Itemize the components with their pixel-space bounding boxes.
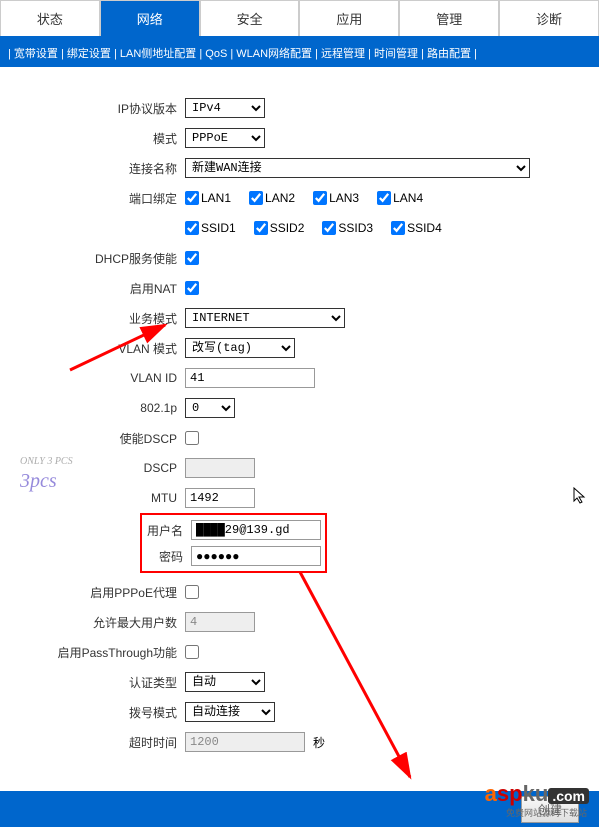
ip-protocol-select[interactable]: IPv4 [185, 98, 265, 118]
port-bind-label: 端口绑定 [20, 190, 185, 207]
tab-network[interactable]: 网络 [100, 0, 200, 36]
dscp-input [185, 458, 255, 478]
dhcp-label: DHCP服务使能 [20, 250, 185, 267]
nat-checkbox[interactable] [185, 281, 199, 295]
mode-select[interactable]: PPPoE [185, 128, 265, 148]
dial-mode-select[interactable]: 自动连接 [185, 702, 275, 722]
pppoe-proxy-checkbox[interactable] [185, 585, 199, 599]
pppoe-proxy-label: 启用PPPoE代理 [20, 584, 185, 601]
dscp-enable-checkbox[interactable] [185, 431, 199, 445]
service-mode-label: 业务模式 [20, 310, 185, 327]
vlan-id-input[interactable] [185, 368, 315, 388]
8021p-label: 802.1p [20, 401, 185, 415]
lan3-label: LAN3 [329, 191, 359, 205]
subnav-routing[interactable]: 路由配置 [427, 48, 471, 60]
subnav-binding[interactable]: 绑定设置 [67, 48, 111, 60]
ssid1-label: SSID1 [201, 221, 236, 235]
lan1-label: LAN1 [201, 191, 231, 205]
mtu-input[interactable] [185, 488, 255, 508]
subnav-time[interactable]: 时间管理 [374, 48, 418, 60]
main-tabs: 状态 网络 安全 应用 管理 诊断 [0, 0, 599, 39]
tab-security[interactable]: 安全 [200, 0, 300, 36]
ssid4-checkbox[interactable] [391, 221, 405, 235]
ssid3-label: SSID3 [338, 221, 373, 235]
vlan-mode-label: VLAN 模式 [20, 340, 185, 357]
lan2-label: LAN2 [265, 191, 295, 205]
tab-management[interactable]: 管理 [399, 0, 499, 36]
vlan-id-label: VLAN ID [20, 371, 185, 385]
footer-bar: 创建 aspku.com 免费网站源码下载站 [0, 791, 599, 827]
conn-name-label: 连接名称 [20, 160, 185, 177]
passthrough-label: 启用PassThrough功能 [20, 644, 185, 661]
password-input[interactable] [191, 546, 321, 566]
dhcp-checkbox[interactable] [185, 251, 199, 265]
form-container: IP协议版本 IPv4 模式 PPPoE 连接名称 新建WAN连接 端口绑定 L… [0, 67, 599, 781]
cursor-icon [573, 487, 587, 510]
lan1-checkbox[interactable] [185, 191, 199, 205]
timeout-input [185, 732, 305, 752]
max-users-input [185, 612, 255, 632]
vlan-mode-select[interactable]: 改写(tag) [185, 338, 295, 358]
sub-nav: | 宽带设置 | 绑定设置 | LAN侧地址配置 | QoS | WLAN网络配… [0, 39, 599, 67]
ssid2-label: SSID2 [270, 221, 305, 235]
tab-application[interactable]: 应用 [299, 0, 399, 36]
subnav-remote[interactable]: 远程管理 [321, 48, 365, 60]
subnav-qos[interactable]: QoS [205, 48, 227, 60]
conn-name-select[interactable]: 新建WAN连接 [185, 158, 530, 178]
service-mode-select[interactable]: INTERNET [185, 308, 345, 328]
nat-label: 启用NAT [20, 280, 185, 297]
lan3-checkbox[interactable] [313, 191, 327, 205]
ip-protocol-label: IP协议版本 [20, 100, 185, 117]
subnav-lan[interactable]: LAN侧地址配置 [120, 48, 196, 60]
8021p-select[interactable]: 0 [185, 398, 235, 418]
timeout-unit: 秒 [313, 734, 325, 751]
username-input[interactable] [191, 520, 321, 540]
subnav-broadband[interactable]: 宽带设置 [14, 48, 58, 60]
ssid1-checkbox[interactable] [185, 221, 199, 235]
ssid2-checkbox[interactable] [254, 221, 268, 235]
max-users-label: 允许最大用户数 [20, 614, 185, 631]
password-label: 密码 [146, 548, 191, 565]
ssid3-checkbox[interactable] [322, 221, 336, 235]
tab-diagnosis[interactable]: 诊断 [499, 0, 599, 36]
lan4-label: LAN4 [393, 191, 423, 205]
mode-label: 模式 [20, 130, 185, 147]
site-tagline: 免费网站源码下载站 [506, 806, 587, 819]
ssid4-label: SSID4 [407, 221, 442, 235]
lan4-checkbox[interactable] [377, 191, 391, 205]
tab-status[interactable]: 状态 [0, 0, 100, 36]
passthrough-checkbox[interactable] [185, 645, 199, 659]
username-label: 用户名 [146, 522, 191, 539]
dscp-enable-label: 使能DSCP [20, 430, 185, 447]
auth-type-label: 认证类型 [20, 674, 185, 691]
subnav-wlan[interactable]: WLAN网络配置 [236, 48, 312, 60]
mtu-label: MTU [20, 491, 185, 505]
timeout-label: 超时时间 [20, 734, 185, 751]
dscp-label: DSCP [20, 461, 185, 475]
lan2-checkbox[interactable] [249, 191, 263, 205]
auth-type-select[interactable]: 自动 [185, 672, 265, 692]
dial-mode-label: 拨号模式 [20, 704, 185, 721]
